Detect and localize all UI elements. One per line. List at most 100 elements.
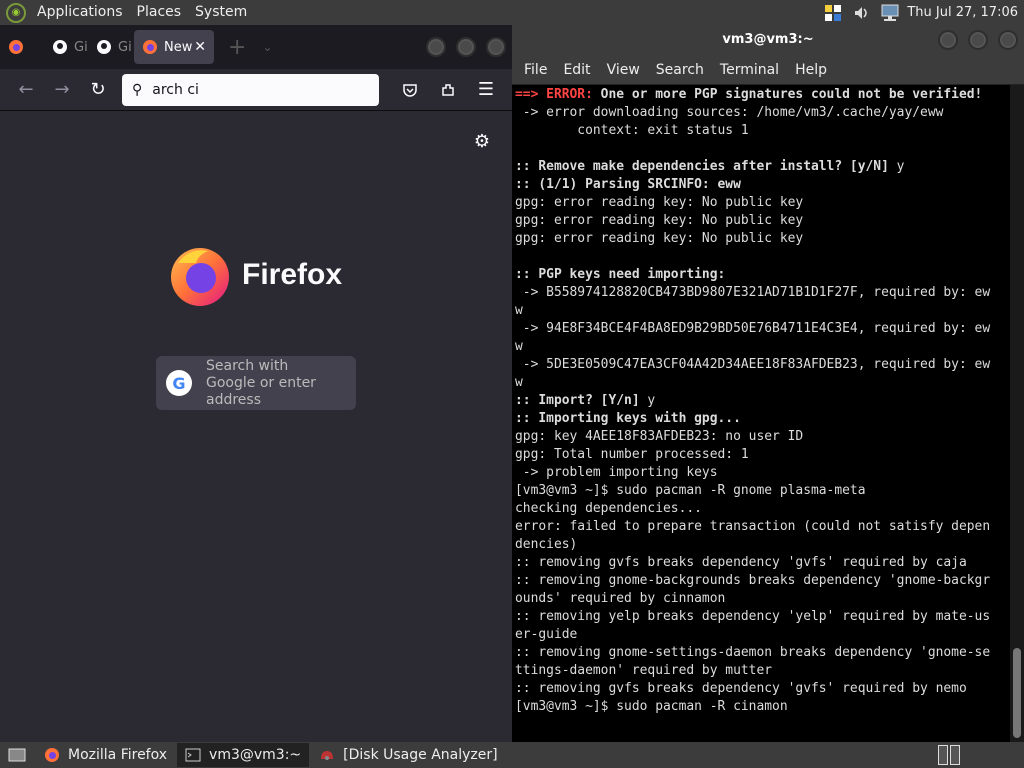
scrollbar-thumb[interactable] bbox=[1013, 648, 1021, 738]
google-icon: G bbox=[166, 370, 192, 396]
new-tab-icon[interactable]: + bbox=[216, 35, 258, 60]
search-box[interactable]: G Search with Google or enter address bbox=[156, 356, 356, 410]
search-placeholder: Search with Google or enter address bbox=[206, 357, 316, 408]
scrollbar[interactable] bbox=[1010, 85, 1024, 742]
terminal-line: :: Importing keys with gpg... bbox=[515, 411, 741, 426]
terminal-line: ==> ERROR: One or more PGP signatures co… bbox=[515, 87, 983, 102]
menu-system[interactable]: System bbox=[188, 0, 254, 25]
task-label: Mozilla Firefox bbox=[68, 747, 168, 763]
menu-help[interactable]: Help bbox=[787, 62, 835, 78]
close-button[interactable] bbox=[998, 30, 1018, 50]
workspace-switcher[interactable] bbox=[938, 745, 960, 765]
close-button[interactable] bbox=[486, 37, 506, 57]
terminal-line: gpg: key 4AEE18F83AFDEB23: no user ID bbox=[515, 429, 804, 444]
menu-terminal[interactable]: Terminal bbox=[712, 62, 787, 78]
tab-strip: GitH GitH New ✕ + ⌄ bbox=[0, 25, 512, 69]
terminal-line: :: removing gvfs breaks dependency 'gvfs… bbox=[515, 555, 967, 570]
terminal-line: gpg: Total number processed: 1 bbox=[515, 447, 749, 462]
terminal-line: -> 5DE3E0509C47EA3CF04A42D34AEE18F83AFDE… bbox=[515, 357, 991, 372]
tab-github-2[interactable]: GitH bbox=[88, 25, 132, 69]
url-input[interactable]: arch ci bbox=[152, 82, 199, 98]
clock[interactable]: Thu Jul 27, 17:06 bbox=[907, 5, 1018, 20]
show-desktop-button[interactable] bbox=[0, 743, 34, 767]
firefox-icon bbox=[171, 248, 229, 306]
tab-label: New bbox=[164, 39, 193, 55]
close-icon[interactable]: ✕ bbox=[194, 39, 206, 55]
tab-github-1[interactable]: GitH bbox=[44, 25, 88, 69]
keyboard-layout-icon[interactable] bbox=[823, 4, 843, 22]
bottom-panel: Mozilla Firefox vm3@vm3:~ [Disk Usage An… bbox=[0, 742, 1024, 768]
terminal-line: :: Import? [Y/n] y bbox=[515, 393, 656, 408]
task-label: vm3@vm3:~ bbox=[209, 747, 302, 763]
github-icon bbox=[97, 40, 111, 54]
terminal-line: :: Remove make dependencies after instal… bbox=[515, 159, 905, 174]
terminal-line: :: removing gnome-backgrounds breaks dep… bbox=[515, 573, 991, 588]
terminal-line: :: (1/1) Parsing SRCINFO: eww bbox=[515, 177, 741, 192]
terminal-line: error: failed to prepare transaction (co… bbox=[515, 519, 991, 534]
pocket-icon[interactable] bbox=[392, 74, 428, 106]
terminal-line: w bbox=[515, 375, 523, 390]
network-icon[interactable] bbox=[879, 4, 899, 22]
maximize-button[interactable] bbox=[456, 37, 476, 57]
terminal-line: [vm3@vm3 ~]$ sudo pacman -R cinamon bbox=[515, 699, 788, 714]
task-firefox[interactable]: Mozilla Firefox bbox=[36, 743, 175, 767]
terminal-line: dencies) bbox=[515, 537, 578, 552]
menu-applications[interactable]: Applications bbox=[30, 0, 130, 25]
terminal-line: :: PGP keys need importing: bbox=[515, 267, 726, 282]
terminal-line: :: removing yelp breaks dependency 'yelp… bbox=[515, 609, 991, 624]
github-icon bbox=[53, 40, 67, 54]
tab-label: GitH bbox=[74, 39, 88, 55]
terminal-line: gpg: error reading key: No public key bbox=[515, 231, 804, 246]
tab-label: GitH bbox=[118, 39, 132, 55]
menu-places[interactable]: Places bbox=[130, 0, 189, 25]
terminal-line: context: exit status 1 bbox=[515, 123, 749, 138]
terminal-line: ounds' required by cinnamon bbox=[515, 591, 726, 606]
terminal-line: -> problem importing keys bbox=[515, 465, 718, 480]
firefox-logo: Firefox bbox=[168, 243, 342, 307]
minimize-button[interactable] bbox=[426, 37, 446, 57]
tab-new[interactable]: New ✕ bbox=[134, 30, 214, 64]
terminal-line: :: removing gvfs breaks dependency 'gvfs… bbox=[515, 681, 967, 696]
menu-view[interactable]: View bbox=[599, 62, 648, 78]
menu-file[interactable]: File bbox=[516, 62, 555, 78]
distro-logo-icon[interactable]: ◉ bbox=[6, 2, 26, 23]
terminal-line: -> error downloading sources: /home/vm3/… bbox=[515, 105, 944, 120]
task-disk-usage[interactable]: [Disk Usage Analyzer] bbox=[311, 743, 505, 767]
terminal-icon bbox=[185, 748, 201, 762]
terminal-window: vm3@vm3:~ File Edit View Search Terminal… bbox=[512, 25, 1024, 742]
tab-firefox-view[interactable] bbox=[0, 25, 44, 69]
top-panel: ◉ Applications Places System Thu Jul 27,… bbox=[0, 0, 1024, 25]
firefox-icon bbox=[45, 748, 59, 762]
terminal-line: gpg: error reading key: No public key bbox=[515, 213, 804, 228]
maximize-button[interactable] bbox=[968, 30, 988, 50]
forward-icon[interactable]: → bbox=[44, 74, 80, 106]
nav-bar: ← → ↻ ⚲ arch ci ☰ bbox=[0, 69, 512, 111]
chevron-down-icon[interactable]: ⌄ bbox=[258, 40, 276, 54]
task-terminal[interactable]: vm3@vm3:~ bbox=[177, 743, 310, 767]
new-tab-page: ⚙ Firefox G Search with Google or enter … bbox=[0, 111, 512, 742]
menu-search[interactable]: Search bbox=[648, 62, 712, 78]
gear-icon[interactable]: ⚙ bbox=[474, 131, 490, 152]
terminal-line: -> B558974128820CB473BD9807E321AD71B1D1F… bbox=[515, 285, 991, 300]
extensions-icon[interactable] bbox=[430, 74, 466, 106]
back-icon[interactable]: ← bbox=[8, 74, 44, 106]
firefox-icon bbox=[143, 40, 157, 54]
workspace-2[interactable] bbox=[950, 745, 960, 765]
terminal-line: gpg: error reading key: No public key bbox=[515, 195, 804, 210]
terminal-titlebar[interactable]: vm3@vm3:~ bbox=[512, 25, 1024, 55]
reload-icon[interactable]: ↻ bbox=[80, 74, 116, 106]
terminal-menubar: File Edit View Search Terminal Help bbox=[512, 55, 1024, 85]
hamburger-menu-icon[interactable]: ☰ bbox=[468, 74, 504, 106]
terminal-line: [vm3@vm3 ~]$ sudo pacman -R gnome plasma… bbox=[515, 483, 866, 498]
minimize-button[interactable] bbox=[938, 30, 958, 50]
terminal-output[interactable]: ==> ERROR: One or more PGP signatures co… bbox=[512, 85, 1010, 742]
terminal-line: -> 94E8F34BCE4F4BA8ED9B29BD50E76B4711E4C… bbox=[515, 321, 991, 336]
menu-edit[interactable]: Edit bbox=[555, 62, 598, 78]
url-bar[interactable]: ⚲ arch ci bbox=[122, 73, 379, 106]
workspace-1[interactable] bbox=[938, 745, 948, 765]
firefox-window: GitH GitH New ✕ + ⌄ ← → ↻ ⚲ arch ci bbox=[0, 25, 512, 742]
terminal-line: w bbox=[515, 339, 523, 354]
volume-icon[interactable] bbox=[851, 4, 871, 22]
